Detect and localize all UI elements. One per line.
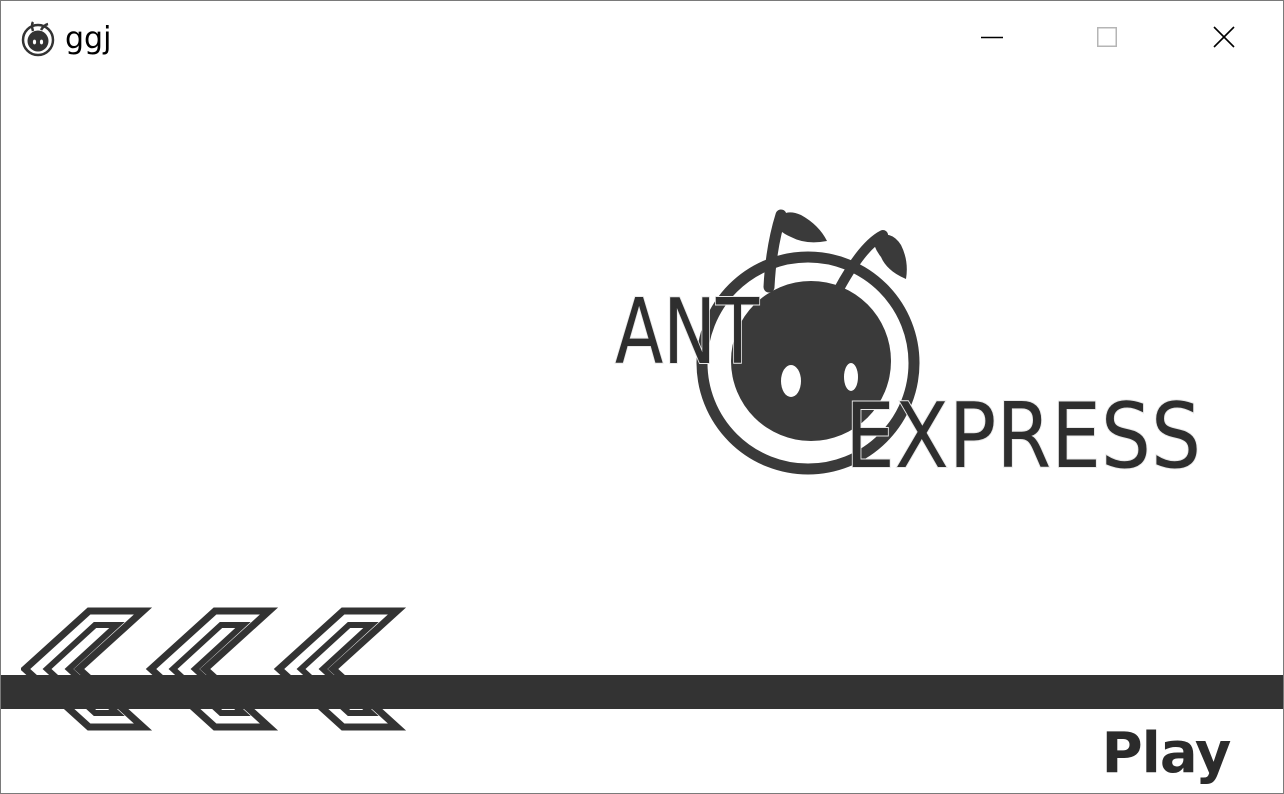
ant-express-logo: ANT EXPRESS [614, 209, 1202, 477]
close-icon [1213, 26, 1235, 48]
logo-word-bottom: EXPRESS [845, 384, 1201, 477]
double-chevron-left-icon [145, 607, 279, 731]
logo-word-top: ANT [615, 280, 760, 385]
maximize-icon [1097, 27, 1117, 47]
minimize-button[interactable] [962, 13, 1022, 61]
double-chevron-left-icon [21, 607, 153, 731]
window-title: ggj [65, 21, 112, 56]
ant-head-icon [21, 21, 55, 57]
minimize-icon [981, 36, 1003, 39]
double-chevron-left-icon [273, 607, 407, 731]
chevron-decoration [21, 607, 407, 731]
footer-divider-bar [1, 675, 1283, 709]
close-button[interactable] [1194, 13, 1254, 61]
title-bar[interactable]: ggj [1, 1, 1283, 75]
maximize-button[interactable] [1077, 13, 1137, 61]
play-button[interactable]: Play [1096, 719, 1236, 789]
game-window: ggj ANT EXPRESS Play [0, 0, 1284, 794]
